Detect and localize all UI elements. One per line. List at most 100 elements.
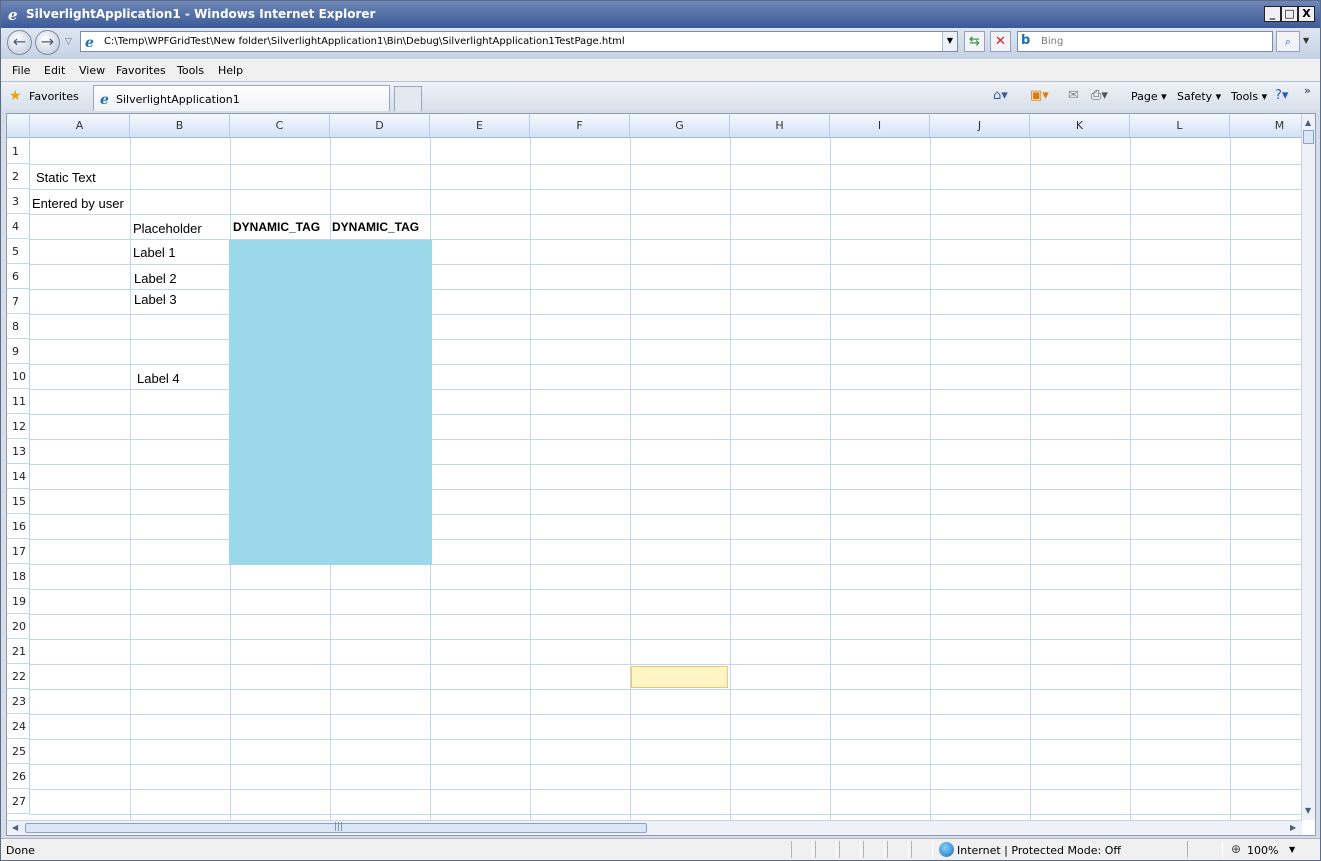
cell-b4[interactable]: Placeholder bbox=[133, 221, 202, 236]
security-zone[interactable]: Internet | Protected Mode: Off bbox=[957, 844, 1121, 857]
row-header[interactable]: 22 bbox=[7, 664, 30, 689]
spreadsheet-grid[interactable]: A B C D E F G H I J K L M 1 2 3 4 5 6 7 … bbox=[7, 114, 1302, 820]
recent-pages-dropdown-icon[interactable]: ▽ bbox=[65, 37, 72, 47]
close-button[interactable]: X bbox=[1298, 6, 1315, 22]
row-header[interactable]: 25 bbox=[7, 739, 30, 764]
column-header[interactable]: M bbox=[1230, 114, 1302, 138]
search-box[interactable]: b Bing bbox=[1017, 31, 1273, 52]
cell-a3[interactable]: Entered by user bbox=[32, 196, 124, 211]
favorites-button[interactable]: Favorites bbox=[29, 90, 79, 103]
address-url[interactable]: C:\Temp\WPFGridTest\New folder\Silverlig… bbox=[104, 36, 625, 47]
minimize-button[interactable]: _ bbox=[1264, 6, 1281, 22]
row-header[interactable]: 14 bbox=[7, 464, 30, 489]
row-header[interactable]: 26 bbox=[7, 764, 30, 789]
menu-tools[interactable]: Tools bbox=[177, 64, 204, 77]
column-header[interactable]: L bbox=[1130, 114, 1230, 138]
cell-b6[interactable]: Label 2 bbox=[134, 271, 177, 286]
column-header[interactable]: F bbox=[530, 114, 630, 138]
row-header[interactable]: 1 bbox=[7, 139, 30, 164]
scroll-up-icon[interactable]: ▲ bbox=[1305, 118, 1311, 127]
column-header[interactable]: G bbox=[630, 114, 730, 138]
safety-menu-button[interactable]: Safety ▾ bbox=[1177, 90, 1221, 103]
zoom-level[interactable]: 100% bbox=[1247, 844, 1278, 857]
mail-icon[interactable]: ✉ bbox=[1068, 88, 1079, 103]
column-header[interactable]: J bbox=[930, 114, 1030, 138]
cell-c4[interactable]: DYNAMIC_TAG bbox=[233, 220, 320, 234]
row-header[interactable]: 2 bbox=[7, 164, 30, 189]
menu-favorites[interactable]: Favorites bbox=[116, 64, 166, 77]
cell-b10[interactable]: Label 4 bbox=[137, 371, 180, 386]
horizontal-scroll-thumb[interactable]: ||| bbox=[25, 822, 647, 833]
row-header[interactable]: 24 bbox=[7, 714, 30, 739]
column-header[interactable]: A bbox=[30, 114, 130, 138]
column-header[interactable]: H bbox=[730, 114, 830, 138]
column-header[interactable]: K bbox=[1030, 114, 1130, 138]
scroll-down-icon[interactable]: ▼ bbox=[1305, 806, 1311, 815]
search-button[interactable]: ⌕ bbox=[1276, 31, 1300, 52]
row-header[interactable]: 20 bbox=[7, 614, 30, 639]
dynamic-region-highlight[interactable] bbox=[229, 240, 432, 565]
row-header[interactable]: 19 bbox=[7, 589, 30, 614]
row-header[interactable]: 13 bbox=[7, 439, 30, 464]
column-header[interactable]: I bbox=[830, 114, 930, 138]
row-header[interactable]: 18 bbox=[7, 564, 30, 589]
scroll-left-icon[interactable]: ◀ bbox=[12, 823, 18, 832]
vertical-scroll-thumb[interactable] bbox=[1303, 130, 1314, 144]
back-button[interactable]: ← bbox=[7, 30, 32, 55]
chevron-more-icon[interactable]: » bbox=[1304, 84, 1311, 97]
tools-menu-button[interactable]: Tools ▾ bbox=[1231, 90, 1267, 103]
zoom-dropdown-icon[interactable]: ▼ bbox=[1289, 845, 1295, 854]
horizontal-scrollbar[interactable]: ◀ ||| ▶ bbox=[7, 820, 1302, 835]
menu-file[interactable]: File bbox=[12, 64, 30, 77]
cell-d4[interactable]: DYNAMIC_TAG bbox=[332, 220, 419, 234]
selected-cell[interactable] bbox=[631, 666, 728, 688]
cell-b5[interactable]: Label 1 bbox=[133, 245, 176, 260]
row-header[interactable]: 6 bbox=[7, 264, 30, 289]
cell-b7[interactable]: Label 3 bbox=[134, 292, 177, 307]
vertical-scrollbar[interactable]: ▲ ▼ bbox=[1301, 114, 1315, 820]
column-header[interactable]: D bbox=[330, 114, 430, 138]
row-header[interactable]: 7 bbox=[7, 289, 30, 314]
row-header[interactable]: 9 bbox=[7, 339, 30, 364]
column-header[interactable]: E bbox=[430, 114, 530, 138]
row-header[interactable]: 17 bbox=[7, 539, 30, 564]
grid-line bbox=[30, 364, 1302, 365]
stop-button[interactable]: ✕ bbox=[990, 31, 1011, 52]
help-icon[interactable]: ?▾ bbox=[1275, 88, 1288, 103]
favorites-star-icon[interactable]: ★ bbox=[9, 88, 22, 104]
scroll-right-icon[interactable]: ▶ bbox=[1290, 823, 1296, 832]
feeds-icon[interactable]: ▣▾ bbox=[1030, 88, 1049, 103]
browser-tab[interactable]: e SilverlightApplication1 bbox=[93, 85, 390, 111]
new-tab-button[interactable] bbox=[394, 86, 422, 111]
maximize-button[interactable]: □ bbox=[1281, 6, 1298, 22]
page-menu-button[interactable]: Page ▾ bbox=[1131, 90, 1167, 103]
forward-button[interactable]: → bbox=[35, 30, 60, 55]
menu-help[interactable]: Help bbox=[218, 64, 243, 77]
protected-mode-toggle[interactable] bbox=[1187, 841, 1223, 858]
row-header[interactable]: 11 bbox=[7, 389, 30, 414]
address-bar[interactable]: e C:\Temp\WPFGridTest\New folder\Silverl… bbox=[80, 31, 958, 52]
row-header[interactable]: 12 bbox=[7, 414, 30, 439]
row-header[interactable]: 21 bbox=[7, 639, 30, 664]
row-header[interactable]: 10 bbox=[7, 364, 30, 389]
row-header[interactable]: 16 bbox=[7, 514, 30, 539]
row-header[interactable]: 5 bbox=[7, 239, 30, 264]
row-header[interactable]: 23 bbox=[7, 689, 30, 714]
refresh-button[interactable]: ⇆ bbox=[964, 31, 985, 52]
row-header[interactable]: 4 bbox=[7, 214, 30, 239]
print-icon[interactable]: ⎙▾ bbox=[1091, 88, 1108, 103]
menu-edit[interactable]: Edit bbox=[44, 64, 65, 77]
cell-a2[interactable]: Static Text bbox=[36, 170, 96, 185]
search-options-dropdown-icon[interactable]: ▼ bbox=[1303, 36, 1309, 45]
row-header[interactable]: 8 bbox=[7, 314, 30, 339]
zoom-icon[interactable]: ⊕ bbox=[1231, 842, 1241, 856]
column-header[interactable]: B bbox=[130, 114, 230, 138]
menu-view[interactable]: View bbox=[79, 64, 105, 77]
column-header[interactable]: C bbox=[230, 114, 330, 138]
home-icon[interactable]: ⌂▾ bbox=[993, 88, 1008, 103]
row-header[interactable]: 27 bbox=[7, 789, 30, 814]
corner-header[interactable] bbox=[7, 114, 30, 138]
address-dropdown-icon[interactable]: ▼ bbox=[942, 32, 957, 51]
row-header[interactable]: 15 bbox=[7, 489, 30, 514]
row-header[interactable]: 3 bbox=[7, 189, 30, 214]
